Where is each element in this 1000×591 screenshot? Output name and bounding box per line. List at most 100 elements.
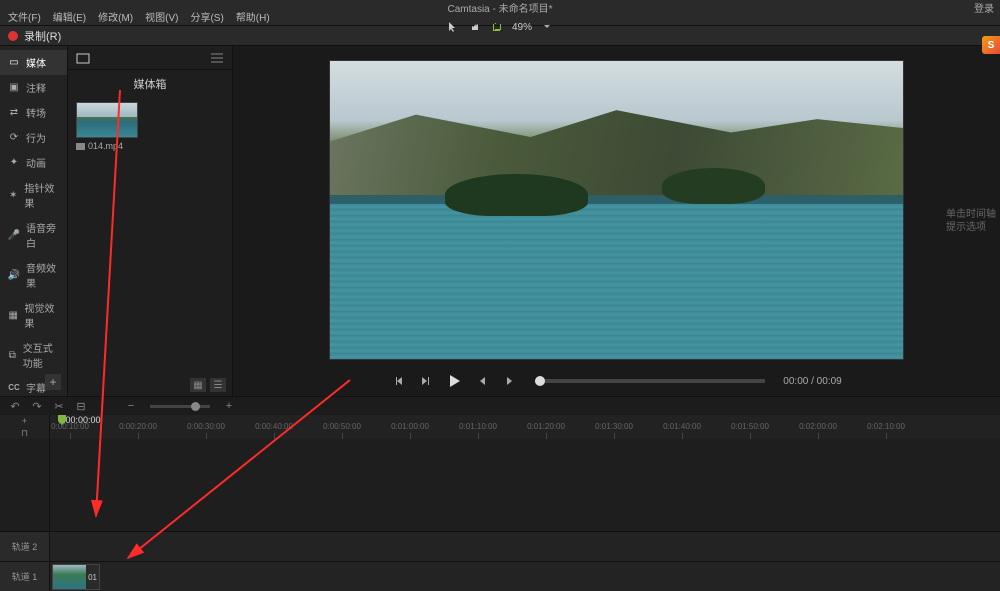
timeline-clip[interactable]: 01 — [52, 564, 100, 590]
zoom-handle[interactable] — [191, 402, 200, 411]
timeline-zoom-slider[interactable] — [150, 405, 210, 408]
track-1-content[interactable]: 01 — [50, 562, 1000, 591]
ruler-tick — [614, 433, 615, 439]
prev-frame-button[interactable] — [391, 373, 407, 389]
cursor-fx-icon: ✶ — [8, 189, 18, 201]
menu-file[interactable]: 文件(F) — [4, 7, 45, 26]
track-2[interactable]: 轨道 2 — [0, 531, 1000, 561]
timeline-toolbar: ↶ ↷ ✂ ⊟ − + — [0, 397, 1000, 415]
preview-toolbar: 49% — [446, 20, 554, 34]
ruler-label: 0:02:10:00 — [867, 422, 905, 431]
zoom-in-button[interactable]: + — [222, 399, 236, 413]
clip-thumbnail — [53, 565, 86, 589]
media-list-view-icon[interactable]: ☰ — [210, 378, 226, 392]
tool-behavior[interactable]: ⟳行为 — [0, 125, 67, 150]
cursor-tool-icon[interactable] — [446, 20, 460, 34]
menu-modify[interactable]: 修改(M) — [94, 7, 137, 26]
media-icon: ▭ — [8, 57, 20, 69]
track-1-label[interactable]: 轨道 1 — [0, 562, 50, 591]
media-bin-tab-icon[interactable] — [76, 52, 90, 64]
ruler-tick — [410, 433, 411, 439]
timeline-empty-space[interactable] — [0, 439, 1000, 531]
ruler-label: 0:00:20:00 — [119, 422, 157, 431]
media-view-switcher: ▦ ☰ — [190, 378, 226, 392]
scrubber-handle[interactable] — [535, 376, 545, 386]
ruler-tick — [750, 433, 751, 439]
tool-annotation[interactable]: ▣注释 — [0, 75, 67, 100]
frame-forward-button[interactable] — [501, 373, 517, 389]
undo-button[interactable]: ↶ — [8, 399, 22, 413]
ruler-tick — [818, 433, 819, 439]
record-dot-icon — [8, 31, 18, 41]
media-panel: 媒体箱 014.mp4 ▦ ☰ — [68, 46, 233, 396]
track-2-content[interactable] — [50, 532, 1000, 561]
ruler-label: 0:02:00:00 — [799, 422, 837, 431]
media-bin-header: 媒体箱 — [68, 70, 232, 98]
ruler-label: 0:00:40:00 — [255, 422, 293, 431]
tool-cursor-effects[interactable]: ✶指针效果 — [0, 175, 67, 215]
frame-back-button[interactable] — [475, 373, 491, 389]
ruler-label: 0:01:00:00 — [391, 422, 429, 431]
ruler-tick — [682, 433, 683, 439]
ruler-label: 0:01:10:00 — [459, 422, 497, 431]
sogou-ime-badge[interactable]: S — [982, 36, 1000, 54]
zoom-out-button[interactable]: − — [124, 399, 138, 413]
left-toolbar: ▭媒体 ▣注释 ⇄转场 ⟳行为 ✦动画 ✶指针效果 🎤语音旁白 🔊音频效果 ▦视… — [0, 46, 68, 396]
tool-visual-effects[interactable]: ▦视觉效果 — [0, 295, 67, 335]
hand-tool-icon[interactable] — [468, 20, 482, 34]
main-area: ▭媒体 ▣注释 ⇄转场 ⟳行为 ✦动画 ✶指针效果 🎤语音旁白 🔊音频效果 ▦视… — [0, 46, 1000, 396]
split-button[interactable]: ⊟ — [74, 399, 88, 413]
login-link[interactable]: 登录 — [974, 0, 994, 15]
media-list-tab-icon[interactable] — [210, 52, 224, 64]
playback-scrubber[interactable] — [535, 379, 765, 383]
media-clip-label: 014.mp4 — [76, 141, 138, 151]
tool-interactive[interactable]: ⧉交互式功能 — [0, 335, 67, 375]
cut-button[interactable]: ✂ — [52, 399, 66, 413]
menu-edit[interactable]: 编辑(E) — [49, 7, 90, 26]
timeline-header: + ⊓ 0:00:00:00 0:00:10:000:00:20:000:00:… — [0, 415, 1000, 439]
menu-help[interactable]: 帮助(H) — [232, 7, 274, 26]
ruler-tick — [342, 433, 343, 439]
tool-audio-effects[interactable]: 🔊音频效果 — [0, 255, 67, 295]
play-button[interactable] — [443, 370, 465, 392]
audio-icon: 🔊 — [8, 269, 20, 281]
ruler-label: 0:00:50:00 — [323, 422, 361, 431]
ruler-label: 0:01:30:00 — [595, 422, 633, 431]
ruler-label: 0:00:30:00 — [187, 422, 225, 431]
zoom-dropdown-icon[interactable] — [540, 20, 554, 34]
zoom-level[interactable]: 49% — [512, 22, 532, 33]
add-track-icon[interactable]: + — [22, 416, 27, 426]
timeline-ruler[interactable]: 0:00:00:00 0:00:10:000:00:20:000:00:30:0… — [50, 415, 1000, 439]
media-clip[interactable]: 014.mp4 — [76, 102, 138, 151]
tool-transition[interactable]: ⇄转场 — [0, 100, 67, 125]
ruler-label: 0:00:10:00 — [51, 422, 89, 431]
track-2-label[interactable]: 轨道 2 — [0, 532, 50, 561]
preview-canvas[interactable] — [329, 60, 904, 360]
playback-controls: 00:00 / 00:09 — [253, 366, 980, 396]
tool-media[interactable]: ▭媒体 — [0, 50, 67, 75]
interact-icon: ⧉ — [8, 349, 17, 361]
timeline-tracks: 轨道 2 轨道 1 01 — [0, 439, 1000, 591]
track-1[interactable]: 轨道 1 01 — [0, 561, 1000, 591]
redo-button[interactable]: ↷ — [30, 399, 44, 413]
visual-icon: ▦ — [8, 309, 18, 321]
ruler-label: 0:01:40:00 — [663, 422, 701, 431]
ruler-label: 0:01:20:00 — [527, 422, 565, 431]
tool-animation[interactable]: ✦动画 — [0, 150, 67, 175]
preview-area: 单击时间轴提示选项 00:00 / 00:09 — [233, 46, 1000, 396]
add-tool-button[interactable]: + — [45, 374, 61, 390]
step-back-button[interactable] — [417, 373, 433, 389]
crop-tool-icon[interactable] — [490, 20, 504, 34]
media-tabs — [68, 46, 232, 70]
menu-share[interactable]: 分享(S) — [186, 7, 227, 26]
playback-time: 00:00 / 00:09 — [783, 376, 841, 387]
magnet-icon[interactable]: ⊓ — [21, 428, 28, 439]
media-grid-view-icon[interactable]: ▦ — [190, 378, 206, 392]
tool-voice[interactable]: 🎤语音旁白 — [0, 215, 67, 255]
behav-icon: ⟳ — [8, 132, 20, 144]
timeline-header-left: + ⊓ — [0, 415, 50, 439]
app-title: Camtasia - 未命名项目* — [447, 0, 552, 15]
ruler-tick — [478, 433, 479, 439]
record-button[interactable]: 录制(R) — [24, 28, 61, 44]
menu-view[interactable]: 视图(V) — [141, 7, 182, 26]
